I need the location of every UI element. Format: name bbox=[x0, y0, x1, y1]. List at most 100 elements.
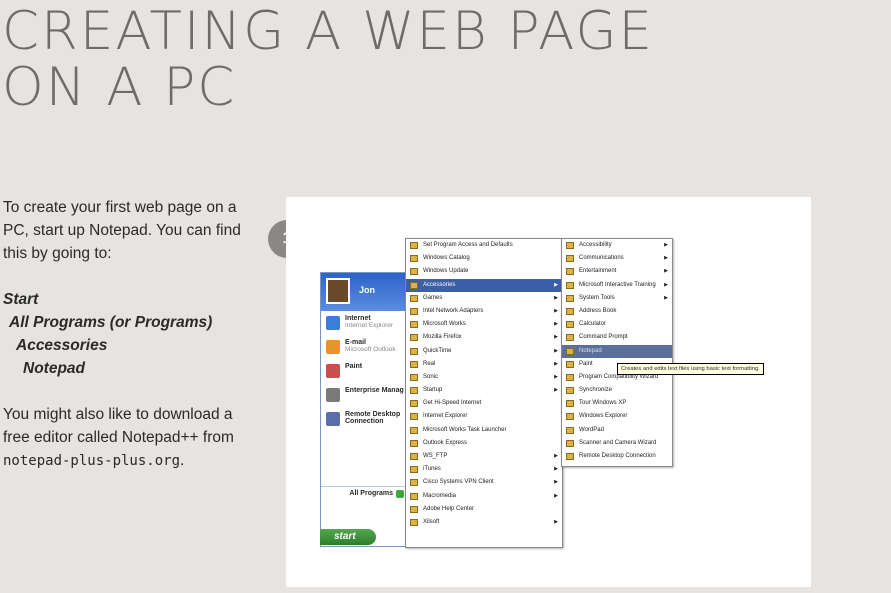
menu-item-intel-network-adapters[interactable]: Intel Network Adapters ▶ bbox=[406, 305, 562, 318]
outro-text: You might also like to download a free e… bbox=[3, 403, 248, 473]
menu-item-command-prompt[interactable]: Command Prompt bbox=[562, 331, 672, 344]
folder-icon bbox=[566, 387, 574, 395]
pinned-item-subtitle: Internet Explorer bbox=[345, 322, 394, 329]
folder-icon bbox=[410, 347, 418, 355]
menu-item-label: Sonic bbox=[423, 373, 439, 380]
menu-item-label: Mozilla Firefox bbox=[423, 334, 462, 341]
pinned-item-enterprise-manag[interactable]: Enterprise Manag bbox=[321, 383, 407, 407]
menu-item-synchronize[interactable]: Synchronize bbox=[562, 384, 672, 397]
menu-item-accessories[interactable]: Accessories ▶ bbox=[406, 278, 562, 292]
menu-item-itunes[interactable]: iTunes ▶ bbox=[406, 463, 562, 476]
folder-icon bbox=[410, 255, 418, 263]
pinned-item-title: Enterprise Manag bbox=[345, 387, 404, 394]
submenu-arrow-icon: ▶ bbox=[664, 255, 668, 262]
menu-item-windows-explorer[interactable]: Windows Explorer bbox=[562, 410, 672, 423]
folder-icon bbox=[410, 426, 418, 434]
outro-prefix: You might also like to download a free e… bbox=[3, 406, 234, 446]
submenu-arrow-icon: ▶ bbox=[554, 321, 558, 328]
menu-item-ws-ftp[interactable]: WS_FTP ▶ bbox=[406, 450, 562, 463]
menu-item-accessibility[interactable]: Accessibility ▶ bbox=[562, 239, 672, 252]
menu-item-entertainment[interactable]: Entertainment ▶ bbox=[562, 265, 672, 278]
pinned-item-e-mail[interactable]: E-mail Microsoft Outlook bbox=[321, 335, 407, 359]
all-programs-button[interactable]: All Programs bbox=[321, 486, 407, 500]
folder-icon bbox=[566, 255, 574, 263]
notepad-tooltip: Creates and edits text files using basic… bbox=[617, 363, 764, 375]
paint-icon bbox=[326, 364, 340, 378]
menu-item-microsoft-interactive-training[interactable]: Microsoft Interactive Training ▶ bbox=[562, 279, 672, 292]
folder-icon bbox=[410, 360, 418, 368]
folder-icon bbox=[566, 453, 574, 460]
menu-item-internet-explorer[interactable]: Internet Explorer bbox=[406, 410, 562, 423]
menu-item-label: Windows Explorer bbox=[579, 413, 628, 420]
menu-item-label: Set Program Access and Defaults bbox=[423, 242, 513, 248]
folder-icon bbox=[566, 426, 574, 434]
menu-item-macromedia[interactable]: Macromedia ▶ bbox=[406, 490, 562, 503]
pinned-item-subtitle: Microsoft Outlook bbox=[345, 346, 396, 353]
submenu-arrow-icon: ▶ bbox=[554, 373, 558, 380]
menu-item-remote-desktop-connection[interactable]: Remote Desktop Connection bbox=[562, 450, 672, 463]
menu-item-label: Command Prompt bbox=[579, 334, 628, 341]
menu-item-adobe-help-center[interactable]: Adobe Help Center bbox=[406, 503, 562, 516]
start-button[interactable]: start bbox=[320, 529, 376, 545]
folder-icon bbox=[410, 479, 418, 487]
menu-item-label: Calculator bbox=[579, 321, 607, 328]
folder-icon bbox=[410, 492, 418, 500]
menu-item-label: Communications bbox=[579, 255, 624, 262]
menu-item-cisco-systems-vpn-client[interactable]: Cisco Systems VPN Client ▶ bbox=[406, 476, 562, 489]
pinned-item-title: E-mail bbox=[345, 339, 367, 346]
menu-item-quicktime[interactable]: QuickTime ▶ bbox=[406, 345, 562, 358]
menu-item-windows-catalog[interactable]: Windows Catalog bbox=[406, 252, 562, 265]
folder-icon bbox=[566, 242, 574, 249]
menu-item-microsoft-works-task-launcher[interactable]: Microsoft Works Task Launcher bbox=[406, 424, 562, 437]
menu-item-notepad[interactable]: Notepad bbox=[562, 344, 672, 358]
menu-item-wordpad[interactable]: WordPad bbox=[562, 424, 672, 437]
pinned-item-remote-desktop-connection[interactable]: Remote Desktop Connection bbox=[321, 407, 407, 431]
pinned-item-title: Remote Desktop Connection bbox=[345, 411, 401, 425]
folder-icon bbox=[410, 294, 418, 302]
submenu-arrow-icon: ▶ bbox=[664, 281, 668, 288]
folder-icon bbox=[566, 360, 574, 368]
menu-item-microsoft-works[interactable]: Microsoft Works ▶ bbox=[406, 318, 562, 331]
intro-text: To create your first web page on a PC, s… bbox=[3, 199, 241, 262]
submenu-arrow-icon: ▶ bbox=[554, 347, 558, 354]
folder-icon bbox=[566, 307, 574, 315]
menu-item-mozilla-firefox[interactable]: Mozilla Firefox ▶ bbox=[406, 331, 562, 344]
menu-item-set-program-access-and-defaults[interactable]: Set Program Access and Defaults bbox=[406, 239, 562, 252]
menu-item-communications[interactable]: Communications ▶ bbox=[562, 252, 672, 265]
pinned-item-internet[interactable]: Internet Internet Explorer bbox=[321, 311, 407, 335]
menu-item-label: Windows Catalog bbox=[423, 255, 470, 262]
menu-item-address-book[interactable]: Address Book bbox=[562, 305, 672, 318]
folder-icon bbox=[566, 439, 574, 447]
menu-item-label: Real bbox=[423, 360, 436, 367]
menu-item-windows-update[interactable]: Windows Update bbox=[406, 265, 562, 278]
pinned-item-paint[interactable]: Paint bbox=[321, 359, 407, 383]
menu-item-scanner-and-camera-wizard[interactable]: Scanner and Camera Wizard bbox=[562, 437, 672, 450]
menu-item-label: Tour Windows XP bbox=[579, 400, 627, 407]
menu-item-label: Microsoft Works bbox=[423, 321, 466, 328]
menu-item-label: QuickTime bbox=[423, 347, 452, 354]
menu-item-tour-windows-xp[interactable]: Tour Windows XP bbox=[562, 397, 672, 410]
folder-icon bbox=[410, 453, 418, 460]
menu-item-label: Startup bbox=[423, 387, 443, 394]
submenu-arrow-icon: ▶ bbox=[554, 360, 558, 367]
menu-item-games[interactable]: Games ▶ bbox=[406, 292, 562, 305]
menu-item-real[interactable]: Real ▶ bbox=[406, 358, 562, 371]
user-header: Jon bbox=[321, 273, 407, 311]
menu-item-label: iTunes bbox=[423, 466, 441, 473]
menu-item-get-hi-speed-internet[interactable]: Get Hi-Speed Internet bbox=[406, 397, 562, 410]
menu-item-startup[interactable]: Startup ▶ bbox=[406, 384, 562, 397]
menu-item-label: Microsoft Works Task Launcher bbox=[423, 426, 507, 433]
menu-item-xilsoft[interactable]: Xilsoft ▶ bbox=[406, 516, 562, 529]
menu-item-label: Notepad bbox=[579, 347, 602, 354]
submenu-arrow-icon: ▶ bbox=[664, 242, 668, 248]
menu-item-sonic[interactable]: Sonic ▶ bbox=[406, 371, 562, 384]
menu-item-outlook-express[interactable]: Outlook Express bbox=[406, 437, 562, 450]
menu-item-label: Synchronize bbox=[579, 387, 613, 394]
start-menu-panel: Jon Internet Internet Explorer E-mail Micro… bbox=[320, 272, 408, 547]
folder-icon bbox=[410, 387, 418, 395]
submenu-arrow-icon: ▶ bbox=[554, 479, 558, 486]
menu-item-calculator[interactable]: Calculator bbox=[562, 318, 672, 331]
submenu-arrow-icon: ▶ bbox=[554, 294, 558, 301]
menu-item-label: Windows Update bbox=[423, 268, 469, 275]
menu-item-system-tools[interactable]: System Tools ▶ bbox=[562, 292, 672, 305]
